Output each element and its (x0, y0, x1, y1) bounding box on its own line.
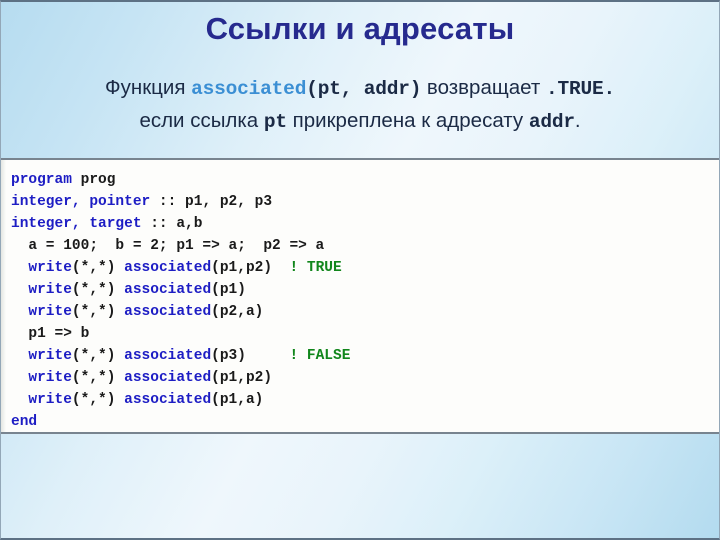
code-keyword: associated (124, 348, 212, 364)
code-keyword: program (11, 172, 72, 188)
code-text: prog (71, 172, 116, 188)
code-line: write(*,*) associated(p1,p2) ! TRUE (11, 260, 342, 276)
code-keyword: associated (124, 282, 212, 298)
code-keyword: integer, target (11, 216, 142, 232)
code-keyword: end (11, 414, 38, 430)
code-line: write(*,*) associated(p1,p2) (11, 370, 272, 386)
code-line: write(*,*) associated(p2,a) (11, 304, 263, 320)
code-text: (*,*) (71, 370, 125, 386)
code-keyword: associated (124, 370, 212, 386)
code-comment: ! FALSE (289, 348, 351, 364)
code-comment: ! TRUE (289, 260, 342, 276)
subtitle-line2-middle: прикреплена к адресату (286, 109, 529, 132)
page-title: Ссылки и адресаты (205, 11, 515, 46)
code-keyword: write (28, 282, 72, 298)
code-text: a = 100; b = 2; p1 => a; p2 => a (28, 238, 325, 254)
subtitle-line-1: Функция associated(pt, addr) возвращает … (1, 72, 719, 105)
slide-header: Ссылки и адресаты Функция associated(pt,… (1, 2, 719, 158)
target-var-addr: addr (528, 111, 575, 133)
code-text: (*,*) (71, 304, 125, 320)
code-text: (p1) (211, 282, 246, 298)
code-keyword: write (28, 260, 72, 276)
code-line: program prog (11, 172, 115, 188)
code-text: (p3) (211, 348, 290, 364)
code-line: write(*,*) associated(p1) (11, 282, 246, 298)
code-keyword: write (28, 348, 72, 364)
code-text: :: a,b (141, 216, 203, 232)
code-keyword: write (28, 304, 72, 320)
code-text: (*,*) (71, 348, 125, 364)
code-text: (*,*) (71, 392, 125, 408)
result-true-literal: .TRUE. (545, 78, 615, 100)
code-panel: program prog integer, pointer :: p1, p2,… (1, 160, 719, 434)
code-text: (*,*) (71, 260, 125, 276)
subtitle-line2-prefix: если ссылка (139, 109, 264, 132)
code-keyword: write (28, 370, 72, 386)
code-line: integer, pointer :: p1, p2, p3 (11, 194, 272, 210)
code-line: write(*,*) associated(p3) ! FALSE (11, 348, 350, 364)
slide: Ссылки и адресаты Функция associated(pt,… (0, 0, 720, 540)
code-keyword: write (28, 392, 72, 408)
code-line: p1 => b (11, 326, 89, 342)
function-name: associated (191, 78, 307, 100)
code-keyword: integer, pointer (11, 194, 151, 210)
code-text: (p1,p2) (211, 370, 273, 386)
code-block: program prog integer, pointer :: p1, p2,… (11, 169, 350, 432)
pointer-var-pt: pt (263, 111, 287, 133)
code-text: :: p1, p2, p3 (150, 194, 273, 210)
code-text: (p1,p2) (211, 260, 290, 276)
code-line: integer, target :: a,b (11, 216, 202, 232)
slide-footer-area (1, 436, 719, 538)
slide-subtitle: Функция associated(pt, addr) возвращает … (1, 72, 719, 138)
code-keyword: associated (124, 304, 212, 320)
code-text: (*,*) (71, 282, 125, 298)
code-keyword: associated (124, 260, 212, 276)
code-line: a = 100; b = 2; p1 => a; p2 => a (11, 238, 324, 254)
code-line: write(*,*) associated(p1,a) (11, 392, 263, 408)
subtitle-prefix: Функция (105, 76, 192, 99)
subtitle-middle: возвращает (421, 76, 546, 99)
function-signature: (pt, addr) (306, 78, 422, 100)
code-line: end (11, 414, 37, 430)
code-text: (p2,a) (211, 304, 264, 320)
subtitle-line2-suffix: . (574, 109, 581, 132)
code-text: (p1,a) (211, 392, 264, 408)
code-text: p1 => b (28, 326, 90, 342)
subtitle-line-2: если ссылка pt прикреплена к адресату ad… (1, 105, 719, 138)
code-keyword: associated (124, 392, 212, 408)
